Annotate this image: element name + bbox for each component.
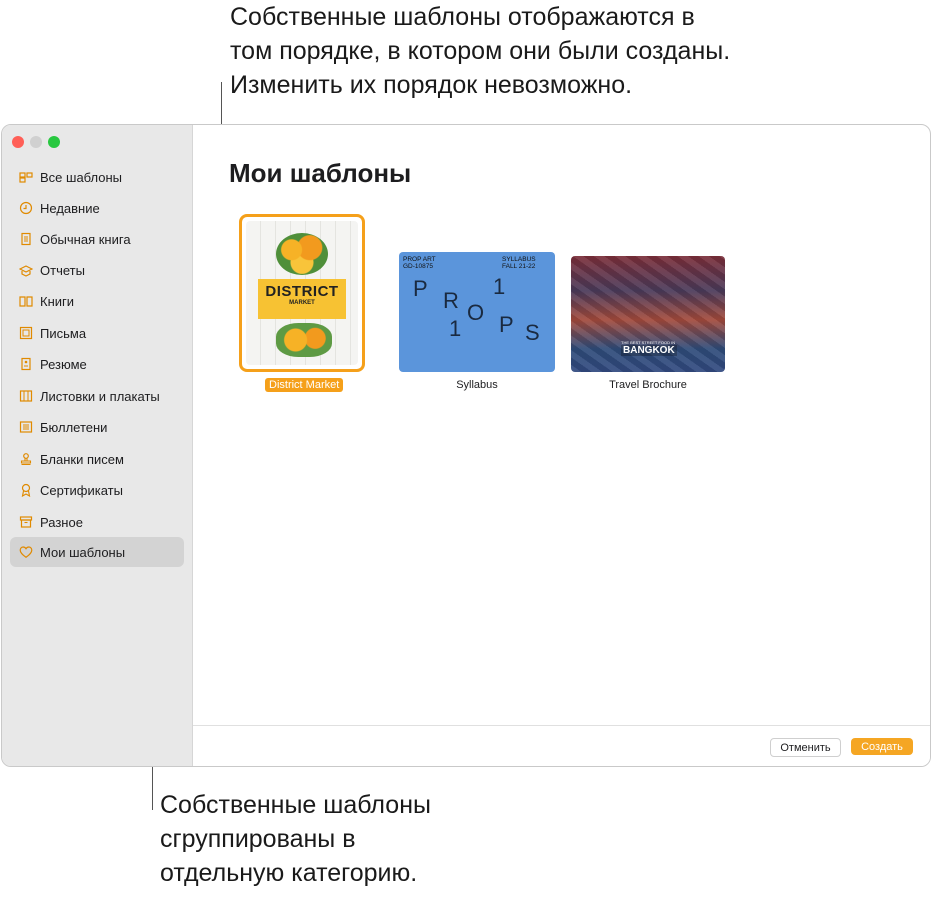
- heart-icon: [12, 545, 40, 559]
- sidebar-item-label: Бланки писем: [40, 451, 124, 467]
- sidebar-item-reports[interactable]: Отчеты: [10, 255, 184, 285]
- callout-bottom-text: Собственные шаблоны сгруппированы в отде…: [160, 791, 431, 887]
- cover-banner: DISTRICT MARKET: [258, 279, 346, 319]
- sidebar-item-resume[interactable]: Резюме: [10, 349, 184, 379]
- sidebar-item-flyers-posters[interactable]: Листовки и плакаты: [10, 381, 184, 411]
- dialog-footer: Отменить Создать: [193, 725, 930, 766]
- sidebar-item-miscellaneous[interactable]: Разное: [10, 507, 184, 537]
- letter-icon: [12, 326, 40, 340]
- sidebar-item-newsletters[interactable]: Бюллетени: [10, 412, 184, 442]
- resume-icon: [12, 357, 40, 371]
- sidebar-item-label: Разное: [40, 514, 83, 530]
- flyer-icon: [12, 389, 40, 403]
- grid-icon: [12, 170, 40, 184]
- cover-letters: P R 1 O 1 P S: [413, 274, 540, 345]
- sidebar-item-label: Мои шаблоны: [40, 544, 126, 560]
- sidebar-item-label: Обычная книга: [40, 231, 131, 247]
- cover-title: BANGKOK: [621, 345, 677, 356]
- sidebar-item-letters[interactable]: Письма: [10, 318, 184, 348]
- sidebar-item-label: Сертификаты: [40, 482, 123, 498]
- report-icon: [12, 263, 40, 277]
- stamp-icon: [12, 452, 40, 466]
- minimize-window-button[interactable]: [30, 136, 42, 148]
- sidebar-item-my-templates[interactable]: Мои шаблоны: [10, 537, 184, 567]
- template-caption-district-market: District Market: [265, 378, 344, 392]
- sidebar-item-all-templates[interactable]: Все шаблоны: [10, 162, 184, 192]
- sidebar-item-recent[interactable]: Недавние: [10, 193, 184, 223]
- sidebar-item-basic-book[interactable]: Обычная книга: [10, 224, 184, 254]
- sidebar-item-label: Бюллетени: [40, 419, 108, 435]
- cover-subtitle: MARKET: [289, 300, 315, 306]
- cover-title: DISTRICT: [265, 283, 339, 300]
- sidebar-item-label: Книги: [40, 293, 75, 309]
- sidebar-item-label: Листовки и плакаты: [40, 388, 160, 404]
- template-thumbnail: DISTRICT MARKET: [246, 221, 358, 365]
- template-travel-brochure[interactable]: THE BEST STREET FOOD IN BANGKOK: [571, 256, 725, 372]
- template-district-market[interactable]: DISTRICT MARKET: [239, 214, 365, 372]
- lemon-decoration: [276, 233, 328, 275]
- sidebar-item-label: Недавние: [40, 200, 100, 216]
- template-gallery: Мои шаблоны DISTRICT MARKET District Mar…: [193, 125, 930, 766]
- sidebar-item-label: Все шаблоны: [40, 169, 123, 185]
- callout-top-text: Собственные шаблоны отображаются в том п…: [230, 3, 731, 99]
- page-title: Мои шаблоны: [229, 158, 412, 188]
- lemon-decoration-bottom: [276, 323, 332, 357]
- book-page-icon: [12, 232, 40, 246]
- sidebar-item-certificates[interactable]: Сертификаты: [10, 475, 184, 505]
- template-chooser-window: Все шаблоны Недавние Обычная книга Отчет…: [1, 124, 931, 767]
- zoom-window-button[interactable]: [48, 136, 60, 148]
- sidebar: Все шаблоны Недавние Обычная книга Отчет…: [2, 125, 193, 766]
- sidebar-item-label: Резюме: [40, 356, 87, 372]
- template-caption-syllabus: Syllabus: [456, 379, 498, 391]
- template-syllabus[interactable]: PROP ART GD-10875 SYLLABUS FALL 21-22 P …: [399, 252, 555, 372]
- open-book-icon: [12, 294, 40, 308]
- sidebar-item-label: Отчеты: [40, 262, 85, 278]
- close-window-button[interactable]: [12, 136, 24, 148]
- newsletter-icon: [12, 420, 40, 434]
- sidebar-item-label: Письма: [40, 325, 87, 341]
- template-caption-travel-brochure: Travel Brochure: [609, 379, 687, 391]
- clock-icon: [12, 201, 40, 215]
- create-button[interactable]: Создать: [851, 738, 913, 755]
- sidebar-item-books[interactable]: Книги: [10, 286, 184, 316]
- cancel-button[interactable]: Отменить: [770, 738, 841, 757]
- sidebar-item-letterheads[interactable]: Бланки писем: [10, 444, 184, 474]
- ribbon-icon: [12, 483, 40, 497]
- archive-icon: [12, 515, 40, 529]
